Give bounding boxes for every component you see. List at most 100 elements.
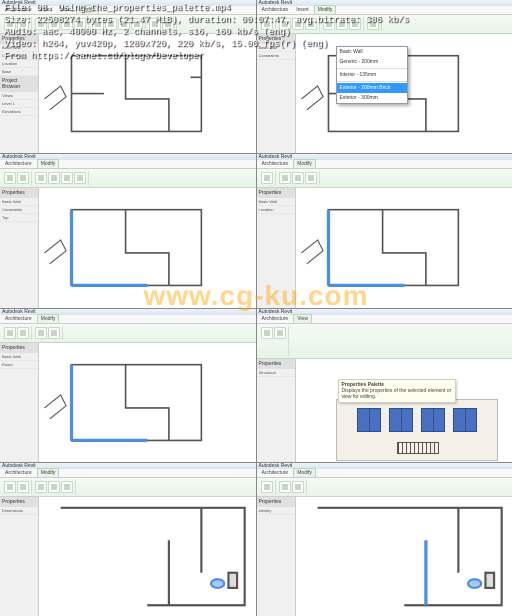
tab-modify[interactable]: Modify [37, 468, 60, 477]
thumb-4: Autodesk Revit Architecture Modify Prope… [257, 154, 512, 307]
trim-icon[interactable] [61, 481, 73, 493]
move-icon[interactable] [35, 172, 47, 184]
tab-architecture[interactable]: Architecture [2, 469, 35, 477]
ribbon-tabs: Architecture Modify [0, 469, 256, 478]
tab-modify[interactable]: Modify [37, 159, 60, 168]
ribbon-tabs: Architecture Modify [0, 160, 256, 169]
properties-header: Properties [0, 343, 38, 353]
prop-row[interactable]: Top [0, 214, 38, 222]
thumb-5: Autodesk Revit Architecture Modify Prope… [0, 309, 256, 462]
move-icon[interactable] [279, 481, 291, 493]
paste-icon[interactable] [17, 172, 29, 184]
properties-panel[interactable]: Properties Basic Wall Constraints Top [0, 188, 39, 307]
ribbon [257, 478, 512, 497]
section-icon[interactable] [274, 327, 286, 339]
tab-architecture[interactable]: Architecture [259, 160, 292, 168]
tab-architecture[interactable]: Architecture [259, 315, 292, 323]
prop-row[interactable]: Dimensions [0, 507, 38, 515]
prop-row[interactable]: Constraints [0, 206, 38, 214]
copy-icon[interactable] [48, 172, 60, 184]
elevation-wall [336, 399, 498, 461]
tab-architecture[interactable]: Architecture [2, 315, 35, 323]
tab-modify[interactable]: Modify [293, 159, 316, 168]
floor-plan-canvas[interactable] [296, 497, 512, 616]
rotate-icon[interactable] [61, 172, 73, 184]
paste-icon[interactable] [17, 481, 29, 493]
browser-row[interactable]: Views [0, 92, 38, 100]
move-icon[interactable] [279, 172, 291, 184]
modify-icon[interactable] [4, 481, 16, 493]
elevation-canvas[interactable]: Properties Palette Displays the properti… [296, 359, 512, 462]
dropdown-item-hover[interactable]: Exterior - 200mm Brick [337, 83, 407, 93]
browser-row[interactable]: Elevations [0, 108, 38, 116]
properties-panel[interactable]: Properties Dimensions [0, 497, 39, 616]
browser-header: Project Browser [0, 76, 38, 92]
paste-icon[interactable] [17, 327, 29, 339]
browser-row[interactable]: Level 1 [0, 100, 38, 108]
screenshot-grid: Autodesk Revit Architecture Insert View … [0, 0, 512, 616]
prop-row[interactable]: Basic Wall [0, 353, 38, 361]
view-icon[interactable] [261, 327, 273, 339]
workspace: Properties Structural Properties Palette… [257, 359, 512, 462]
dropdown-item[interactable]: Exterior - 300mm [337, 93, 407, 103]
media-info-overlay: File: 08. Using_the_properties_palette.m… [0, 0, 413, 64]
properties-panel[interactable]: Properties Basic Wall Room [0, 343, 39, 462]
modify-icon[interactable] [261, 172, 273, 184]
properties-header: Properties [257, 188, 295, 198]
dropdown-item[interactable]: Interior - 135mm [337, 70, 407, 80]
modify-icon[interactable] [4, 327, 16, 339]
dropdown-separator [337, 81, 407, 82]
tab-view[interactable]: View [293, 314, 312, 323]
copy-icon[interactable] [292, 172, 304, 184]
properties-header: Properties [0, 188, 38, 198]
prop-row[interactable]: Base [0, 68, 38, 76]
properties-header: Properties [257, 359, 295, 369]
tab-architecture[interactable]: Architecture [2, 160, 35, 168]
window-icon [453, 408, 477, 432]
properties-panel[interactable]: Properties Basic Wall Location [257, 188, 296, 307]
ribbon-tabs: Architecture Modify [257, 160, 512, 169]
thumb-6: Autodesk Revit Architecture View Propert… [257, 309, 512, 462]
prop-row[interactable]: Basic Wall [257, 198, 295, 206]
properties-panel[interactable]: Properties Structural [257, 359, 296, 462]
tooltip: Properties Palette Displays the properti… [338, 379, 456, 403]
copy-icon[interactable] [48, 481, 60, 493]
prop-row[interactable]: Location [257, 206, 295, 214]
ribbon [0, 478, 256, 497]
workspace: Properties Basic Wall Location [257, 188, 512, 307]
floor-plan-canvas[interactable] [296, 188, 512, 307]
ribbon-tabs: Architecture View [257, 315, 512, 324]
window-icon [357, 408, 381, 432]
workspace: Properties Basic Wall Room [0, 343, 256, 462]
window-icon [421, 408, 445, 432]
thumb-8: Autodesk Revit Architecture Modify Prope… [257, 463, 512, 616]
rotate-icon[interactable] [305, 172, 317, 184]
mirror-icon[interactable] [74, 172, 86, 184]
floor-plan-canvas[interactable] [39, 497, 256, 616]
ribbon [257, 324, 512, 359]
move-icon[interactable] [35, 327, 47, 339]
workspace: Properties Basic Wall Constraints Top [0, 188, 256, 307]
tab-modify[interactable]: Modify [293, 468, 316, 477]
copy-icon[interactable] [292, 481, 304, 493]
prop-row[interactable]: Basic Wall [0, 198, 38, 206]
properties-panel[interactable]: Properties Identity [257, 497, 296, 616]
workspace: Properties Dimensions [0, 497, 256, 616]
modify-icon[interactable] [261, 481, 273, 493]
floor-plan-canvas[interactable] [39, 343, 256, 462]
properties-header: Properties [257, 497, 295, 507]
modify-icon[interactable] [4, 172, 16, 184]
ribbon-tabs: Architecture Modify [257, 469, 512, 478]
prop-row[interactable]: Structural [257, 369, 295, 377]
copy-icon[interactable] [48, 327, 60, 339]
floor-plan-canvas[interactable] [39, 188, 256, 307]
prop-row[interactable]: Identity [257, 507, 295, 515]
properties-header: Properties [0, 497, 38, 507]
tab-modify[interactable]: Modify [37, 314, 60, 323]
ribbon [257, 169, 512, 188]
move-icon[interactable] [35, 481, 47, 493]
window-icon [389, 408, 413, 432]
prop-row[interactable]: Room [0, 361, 38, 369]
dropdown-separator [337, 68, 407, 69]
tab-architecture[interactable]: Architecture [259, 469, 292, 477]
